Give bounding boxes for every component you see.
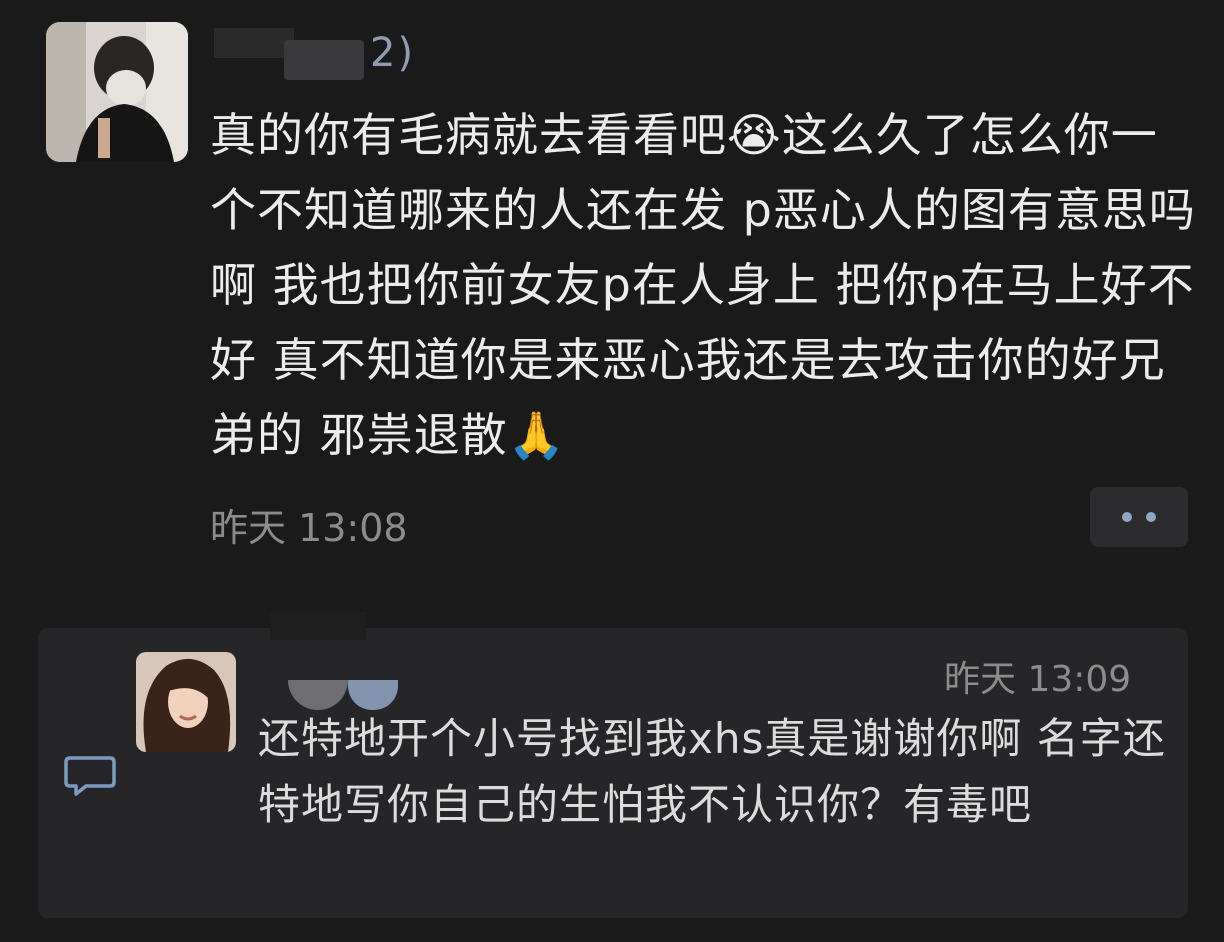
comment-timestamp: 昨天 13:08 — [210, 506, 408, 550]
comment-text: 真的你有毛病就去看看吧😭这么久了怎么你一个不知道哪来的人还在发 p恶心人的图有意… — [210, 108, 1196, 462]
username-redacted — [214, 28, 364, 86]
username-suffix: 2) — [370, 30, 416, 76]
avatar[interactable] — [46, 22, 188, 162]
reply-text: 还特地开个小号找到我xhs真是谢谢你啊 名字还特地写你自己的生怕我不认识你？有毒… — [258, 714, 1166, 829]
more-dots-icon — [1122, 512, 1132, 522]
avatar-photo — [136, 652, 236, 752]
comment-bubble-icon[interactable] — [64, 754, 116, 798]
more-button[interactable] — [1090, 487, 1188, 547]
username-redacted — [250, 660, 410, 710]
more-dots-icon — [1146, 512, 1156, 522]
redaction-block — [284, 40, 364, 80]
avatar[interactable] — [136, 652, 236, 752]
redaction-block — [270, 612, 366, 640]
reply-timestamp: 昨天 13:09 — [944, 659, 1132, 700]
comment-screen: 2) 真的你有毛病就去看看吧😭这么久了怎么你一个不知道哪来的人还在发 p恶心人的… — [0, 0, 1224, 942]
redaction-block — [214, 28, 294, 58]
avatar-photo — [46, 22, 188, 162]
